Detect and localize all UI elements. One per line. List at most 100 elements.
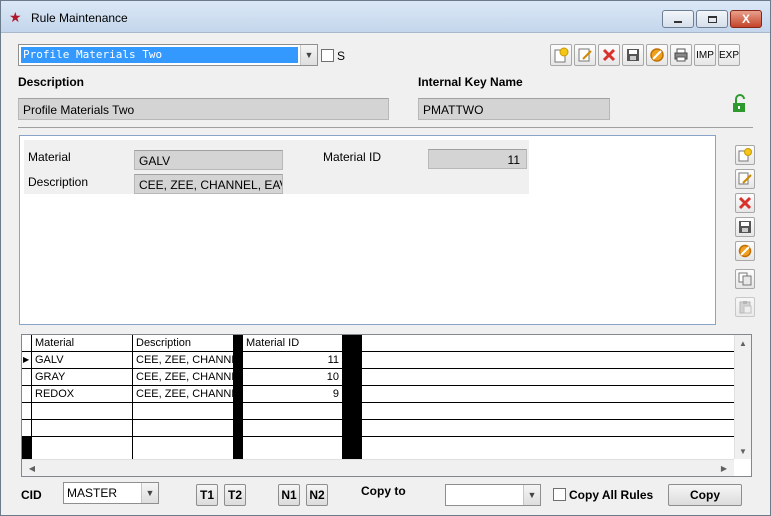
cell-material-id[interactable] [243,420,343,437]
column-header-material[interactable]: Material [32,335,133,352]
table-row[interactable]: GRAY CEE, ZEE, CHANNEL 10 [22,369,734,386]
column-splitter [234,420,243,437]
cell-description[interactable]: CEE, ZEE, CHANNEL [133,386,234,403]
detail-description-field[interactable]: CEE, ZEE, CHANNEL, EAV [134,174,283,194]
star-icon: ★ [9,9,22,25]
column-splitter [343,386,362,403]
n1-button[interactable]: N1 [278,484,300,506]
cell-material-id[interactable]: 10 [243,369,343,386]
chevron-down-icon[interactable]: ▼ [300,45,317,65]
column-header-material-id[interactable]: Material ID [243,335,343,352]
cancel-button[interactable] [646,44,668,66]
column-splitter [343,335,362,352]
table-row[interactable]: REDOX CEE, ZEE, CHANNEL 9 [22,386,734,403]
cell-description[interactable]: CEE, ZEE, CHANNEL [133,369,234,386]
cell-material[interactable]: GRAY [32,369,133,386]
detail-copy-button[interactable] [735,269,755,289]
import-button[interactable]: IMP [694,44,716,66]
chevron-down-icon[interactable]: ▼ [141,483,158,503]
cell-material-id[interactable] [243,437,343,459]
save-button[interactable] [622,44,644,66]
t2-button[interactable]: T2 [224,484,246,506]
grid-header-row: Material Description Material ID [22,335,734,352]
new-record-button[interactable] [550,44,572,66]
column-splitter [343,420,362,437]
window-title: Rule Maintenance [31,11,128,25]
s-checkbox[interactable] [321,49,334,62]
cell-material[interactable]: GALV [32,352,133,369]
empty-row[interactable] [22,403,734,420]
row-header [22,437,32,459]
detail-new-button[interactable] [735,145,755,165]
material-id-field[interactable]: 11 [428,149,527,169]
grid-vertical-scrollbar[interactable]: ▲ ▼ [734,335,751,459]
cell-material[interactable]: REDOX [32,386,133,403]
cancel-icon [738,244,752,258]
grid-horizontal-scrollbar[interactable]: ◀ ▶ [22,459,734,476]
cid-select[interactable]: MASTER ▼ [63,482,159,504]
edit-record-button[interactable] [574,44,596,66]
maximize-button[interactable] [696,10,728,28]
detail-edit-button[interactable] [735,169,755,189]
cell-material[interactable] [32,420,133,437]
description-field[interactable]: Profile Materials Two [18,98,389,120]
print-icon [674,48,688,62]
table-row[interactable]: ▶ GALV CEE, ZEE, CHANNEL 11 [22,352,734,369]
detail-cancel-button[interactable] [735,241,755,261]
n2-button[interactable]: N2 [306,484,328,506]
material-id-label: Material ID [323,150,382,164]
internal-key-field[interactable]: PMATTWO [418,98,610,120]
copy-all-rules-checkbox[interactable] [553,488,566,501]
export-button[interactable]: EXP [718,44,740,66]
rule-select-value: Profile Materials Two [20,46,299,64]
column-splitter [343,437,362,459]
detail-save-button[interactable] [735,217,755,237]
print-button[interactable] [670,44,692,66]
scroll-down-icon[interactable]: ▼ [735,443,751,459]
detail-panel: Material GALV Description CEE, ZEE, CHAN… [19,135,716,325]
empty-row[interactable] [22,437,734,459]
delete-record-button[interactable] [598,44,620,66]
maximize-icon [707,15,717,23]
column-splitter [234,437,243,459]
minimize-button[interactable] [662,10,694,28]
detail-description-label: Description [28,175,89,189]
column-splitter [343,352,362,369]
copy-icon [738,272,752,286]
column-splitter [234,386,243,403]
chevron-down-icon[interactable]: ▼ [523,485,540,505]
detail-delete-button[interactable] [735,193,755,213]
cell-material-id[interactable]: 9 [243,386,343,403]
title-bar: ★ Rule Maintenance X [1,1,770,33]
s-checkbox-label: S [337,49,346,63]
t1-button[interactable]: T1 [196,484,218,506]
copy-to-select[interactable]: ▼ [445,484,541,506]
close-button[interactable]: X [730,10,762,28]
current-row-indicator: ▶ [22,352,32,369]
scroll-left-icon[interactable]: ◀ [24,460,40,476]
column-header-description[interactable]: Description [133,335,234,352]
cell-material[interactable] [32,403,133,420]
copy-button[interactable]: Copy [668,484,742,506]
row-header [22,403,32,420]
cell-description[interactable]: CEE, ZEE, CHANNEL [133,352,234,369]
description-label: Description [18,75,85,89]
rule-select[interactable]: Profile Materials Two ▼ [18,44,318,66]
cell-description[interactable] [133,420,234,437]
unlock-button[interactable] [730,94,752,114]
column-splitter [343,369,362,386]
cell-material-id[interactable] [243,403,343,420]
cell-material[interactable] [32,437,133,459]
paste-icon [739,301,752,314]
cell-material-id[interactable]: 11 [243,352,343,369]
cell-description[interactable] [133,403,234,420]
empty-row[interactable] [22,420,734,437]
scroll-right-icon[interactable]: ▶ [716,460,732,476]
column-splitter [234,335,243,352]
detail-paste-button[interactable] [735,297,755,317]
row-header [22,386,32,403]
scroll-up-icon[interactable]: ▲ [735,335,751,351]
material-field[interactable]: GALV [134,150,283,170]
column-splitter [234,369,243,386]
cell-description[interactable] [133,437,234,459]
